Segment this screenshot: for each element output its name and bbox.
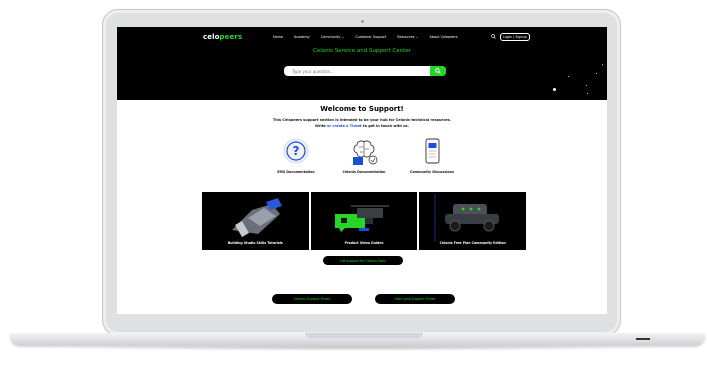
card-ems-documentation[interactable]: ? EMS Documentation [265, 137, 327, 174]
welcome-heading: Welcome to Support! [320, 105, 404, 113]
resource-cards: ? EMS Documentation Celonis Documentatio… [265, 137, 463, 185]
hero-title: Celonis Service and Support Center [313, 48, 411, 54]
phone-icon [425, 138, 440, 164]
tile-label: Building Studio Skills Tutorials [227, 241, 283, 245]
card-label: EMS Documentation [277, 170, 315, 174]
nav-customer-support[interactable]: Customer Support [355, 35, 386, 39]
site-logo[interactable]: celopeers [203, 33, 242, 41]
intro-text-cta: Write or create a Ticket to get in touch… [117, 124, 607, 128]
decorative-star [602, 64, 603, 65]
card-celonis-documentation[interactable]: Celonis Documentation [333, 137, 395, 174]
nav-about[interactable]: About Celopeers [430, 35, 458, 39]
nav-community[interactable]: Community ⌄ [321, 35, 345, 39]
intro-post: to get in touch with us. [362, 124, 409, 128]
main-nav: Home Academy Community ⌄ Customer Suppor… [273, 35, 458, 39]
svg-text:?: ? [293, 144, 300, 158]
indicator-light [636, 338, 650, 340]
card-community-discussions[interactable]: Community Discussions [401, 137, 463, 174]
decorative-star [553, 88, 556, 91]
laptop-shadow [40, 345, 670, 351]
tile-studio-tutorials[interactable]: Building Studio Skills Tutorials [202, 192, 309, 250]
support-search-input[interactable] [292, 68, 428, 74]
tile-product-videos[interactable]: Product Video Guides [310, 192, 418, 250]
laptop-notch [305, 333, 423, 338]
question-mark-icon: ? [283, 138, 309, 164]
nav-resources[interactable]: Resources ⌄ [397, 35, 418, 39]
tile-free-plan[interactable]: Celonis Free Plan Community Edition [419, 192, 527, 250]
decorative-star [587, 93, 588, 94]
intro-pre: Write [315, 124, 326, 128]
search-icon[interactable] [491, 34, 496, 39]
hero-section: celopeers Home Academy Community ⌄ Custo… [117, 27, 607, 100]
video-tiles: Building Studio Skills Tutorials Product… [202, 192, 527, 250]
intro-text: This Celopeers support section is intend… [272, 118, 452, 122]
logo-accent: peers [219, 33, 243, 41]
nav-academy[interactable]: Academy [294, 35, 310, 39]
website-screen: celopeers Home Academy Community ⌄ Custo… [117, 27, 607, 314]
create-ticket-link[interactable]: or create a Ticket [327, 124, 362, 128]
nav-home[interactable]: Home [273, 35, 283, 39]
support-search-bar [284, 66, 446, 76]
get-support-button[interactable]: Get support for Celonis Tools [323, 256, 403, 265]
decorative-star [596, 73, 597, 74]
card-label: Community Discussions [409, 170, 454, 174]
camera-icon [361, 20, 364, 23]
start-ticket-button[interactable]: Start your Support Ticket [375, 294, 455, 304]
support-ticket-button[interactable]: Celonis Support Ticket [272, 294, 352, 304]
laptop-frame: celopeers Home Academy Community ⌄ Custo… [0, 0, 707, 366]
tile-label: Celonis Free Plan Community Edition [439, 241, 506, 245]
decorative-star [586, 85, 587, 86]
decorative-star [568, 76, 569, 77]
search-submit-button[interactable] [430, 66, 446, 76]
tile-label: Product Video Guides [344, 241, 384, 245]
card-label: Celonis Documentation [342, 170, 386, 174]
login-signup-button[interactable]: Login | Signup [500, 33, 530, 41]
brain-icon [353, 140, 378, 165]
search-icon [435, 68, 441, 74]
logo-main: celo [203, 33, 220, 41]
